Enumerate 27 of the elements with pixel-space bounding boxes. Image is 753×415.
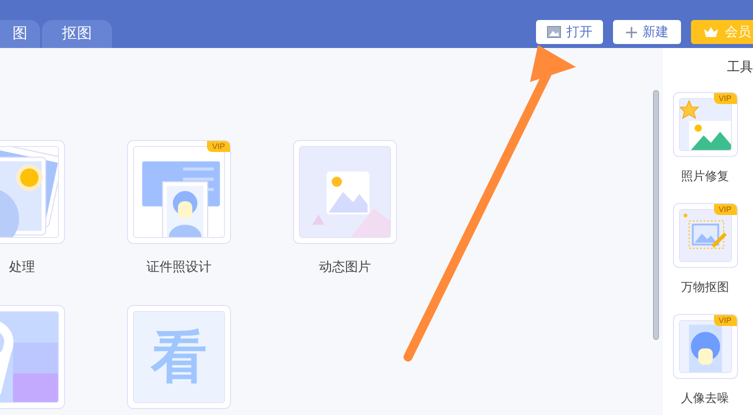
new-button[interactable]: 新建 (613, 20, 681, 44)
tool-tile[interactable] (293, 140, 397, 244)
crown-icon (703, 26, 719, 38)
vip-badge: VIP (714, 92, 736, 104)
tool-tile[interactable]: VIP (672, 92, 738, 156)
tool-label: 人像去噪 (681, 390, 729, 406)
image-icon (546, 26, 560, 38)
tool-label: 照片修复 (681, 168, 729, 184)
scrollbar[interactable] (653, 90, 659, 340)
tool-tile[interactable]: VIP (672, 314, 738, 378)
vip-badge: VIP (714, 314, 736, 326)
tool-label: 处理 (9, 258, 35, 276)
tool-label: 动态图片 (319, 258, 371, 276)
tool-label: 万物抠图 (681, 278, 729, 296)
vip-badge: VIP (207, 141, 230, 152)
vip-badge: VIP (714, 204, 736, 214)
member-button[interactable]: 会员 (691, 20, 753, 44)
tool-tile[interactable]: 看 (127, 304, 231, 408)
tool-tile[interactable]: VIP (672, 202, 738, 268)
panel-title: 工具 (727, 58, 753, 76)
tab[interactable]: 抠图 (42, 20, 112, 48)
character-artwork: 看 (134, 312, 224, 402)
tab[interactable]: 图 (0, 20, 40, 48)
tool-label: 证件照设计 (146, 258, 212, 276)
tool-tile[interactable]: VIP (127, 140, 231, 244)
plus-icon (626, 26, 636, 38)
open-button[interactable]: 打开 (536, 20, 603, 44)
